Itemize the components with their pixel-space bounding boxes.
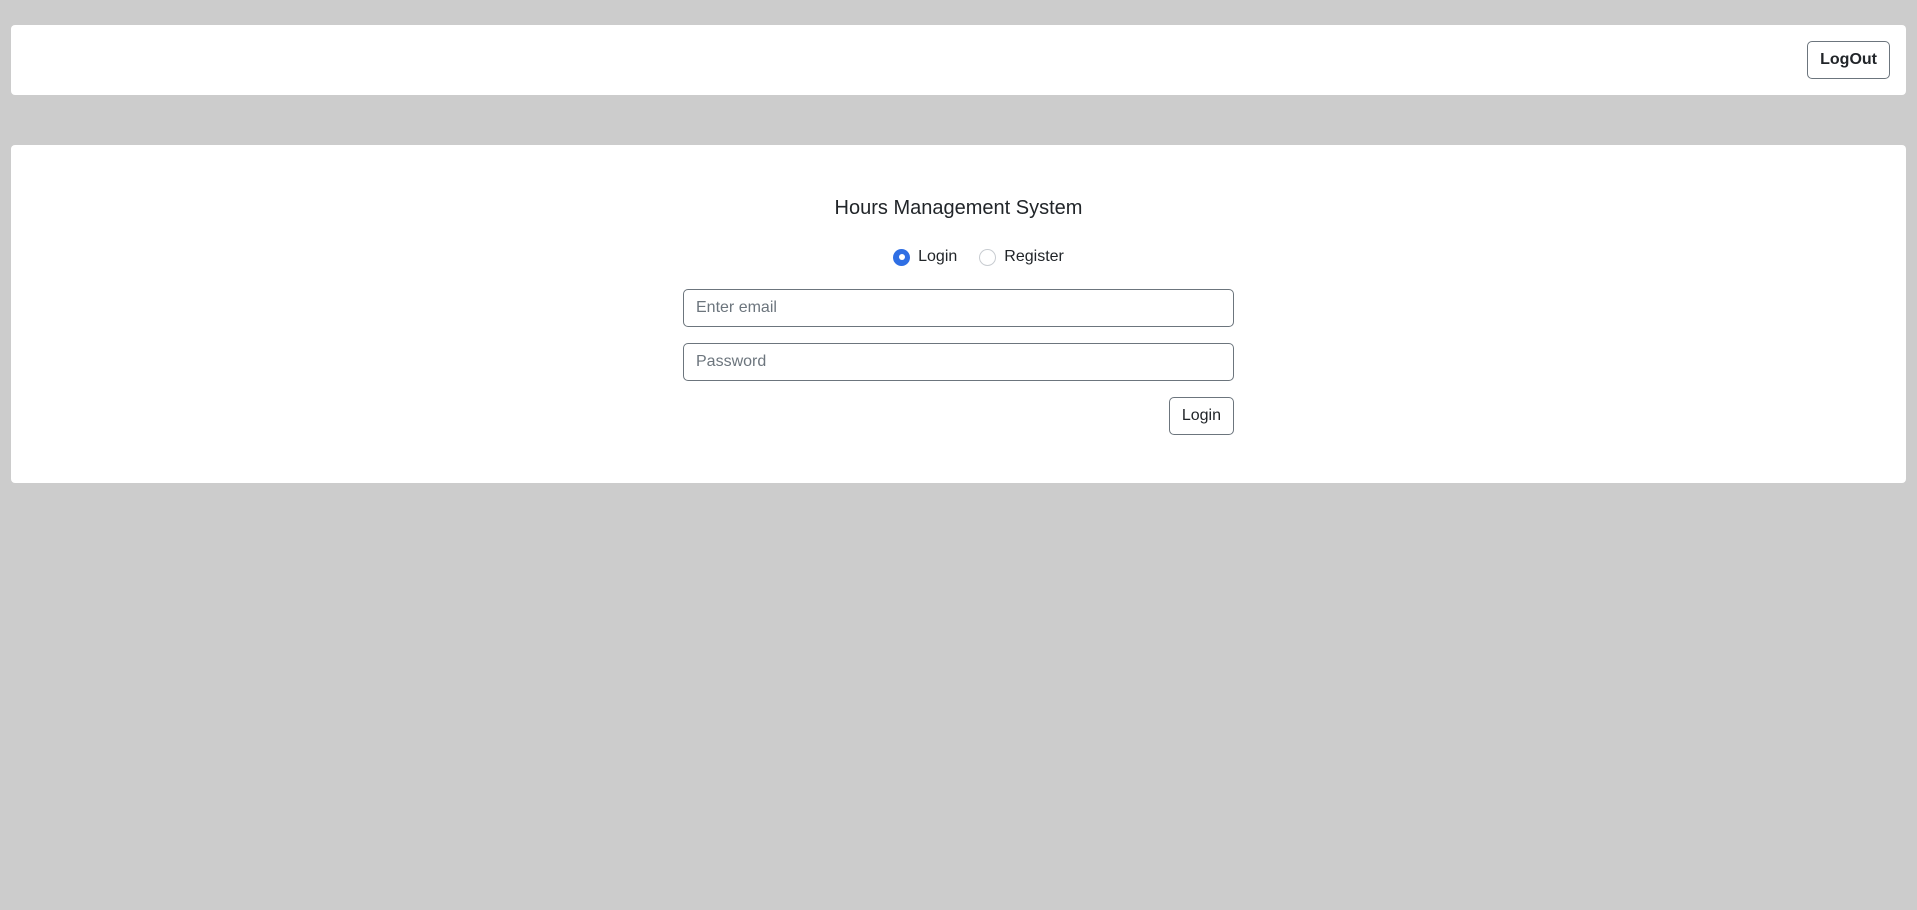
login-card: Hours Management System Login Register L… <box>11 145 1906 483</box>
mode-radio-group: Login Register <box>11 248 1906 266</box>
password-input[interactable] <box>683 343 1234 381</box>
login-submit-button[interactable]: Login <box>1168 397 1234 435</box>
register-mode-option[interactable]: Register <box>979 248 1064 266</box>
login-radio-label: Login <box>918 248 958 265</box>
submit-row: Login <box>683 397 1234 435</box>
login-form: Login <box>683 289 1234 435</box>
page-title: Hours Management System <box>834 197 1083 219</box>
register-radio[interactable] <box>979 248 997 266</box>
email-input[interactable] <box>683 289 1234 327</box>
top-navbar: LogOut <box>11 25 1906 95</box>
login-mode-option[interactable]: Login <box>893 248 957 266</box>
register-radio-label: Register <box>1004 248 1064 265</box>
login-radio[interactable] <box>893 248 911 266</box>
logout-button[interactable]: LogOut <box>1807 41 1890 79</box>
